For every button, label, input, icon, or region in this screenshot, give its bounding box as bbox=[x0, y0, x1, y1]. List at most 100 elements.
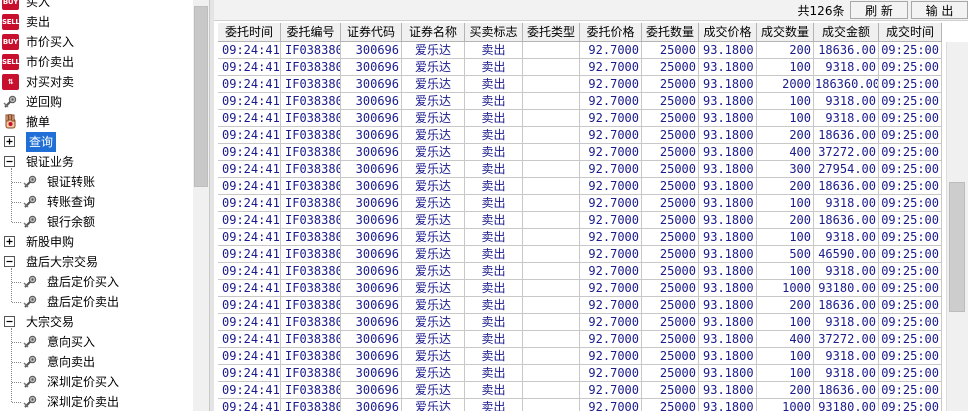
tree-item[interactable]: 逆回购 bbox=[0, 92, 193, 112]
tree-item[interactable]: SELL 卖出 bbox=[0, 12, 193, 32]
table-cell: 93.1800 bbox=[699, 93, 757, 109]
tree-item[interactable]: 深圳定价卖出 bbox=[0, 392, 193, 411]
table-cell: 09:25:00 bbox=[879, 42, 942, 58]
plus-expand-icon[interactable] bbox=[4, 236, 15, 247]
table-row[interactable]: 09:24:41 IF038380 300696 爱乐达 卖出 92.7000 25000 9… bbox=[218, 144, 942, 161]
tree-scrollbar[interactable] bbox=[193, 0, 209, 411]
table-cell: 09:25:00 bbox=[879, 178, 942, 194]
column-header[interactable]: 成交价格 bbox=[699, 23, 757, 42]
tree-item[interactable]: 盘后定价卖出 bbox=[0, 292, 193, 312]
table-cell: 100 bbox=[757, 93, 814, 109]
table-cell: 100 bbox=[757, 348, 814, 364]
column-header[interactable]: 证券名称 bbox=[402, 23, 465, 42]
tree-item[interactable]: 深圳定价买入 bbox=[0, 372, 193, 392]
tree-item[interactable]: 意向卖出 bbox=[0, 352, 193, 372]
column-header[interactable]: 委托编号 bbox=[281, 23, 341, 42]
table-row[interactable]: 09:24:41 IF038380 300696 爱乐达 卖出 92.7000 25000 9… bbox=[218, 280, 942, 297]
column-header[interactable]: 成交金额 bbox=[814, 23, 879, 42]
table-cell: 爱乐达 bbox=[402, 365, 465, 381]
table-cell: 爱乐达 bbox=[402, 280, 465, 296]
tree-item[interactable]: 查询 bbox=[0, 132, 193, 152]
column-header[interactable]: 委托价格 bbox=[580, 23, 642, 42]
table-row[interactable]: 09:24:41 IF038380 300696 爱乐达 卖出 92.7000 25000 9… bbox=[218, 348, 942, 365]
column-header[interactable]: 委托数量 bbox=[642, 23, 699, 42]
tree-item[interactable]: 银行余额 bbox=[0, 212, 193, 232]
table-row[interactable]: 09:24:41 IF038380 300696 爱乐达 卖出 92.7000 25000 9… bbox=[218, 76, 942, 93]
column-header[interactable]: 买卖标志 bbox=[465, 23, 523, 42]
table-cell: 09:24:41 bbox=[218, 297, 281, 313]
table-row[interactable]: 09:24:41 IF038380 300696 爱乐达 卖出 92.7000 25000 9… bbox=[218, 399, 942, 411]
tree-item[interactable]: BUY 市价买入 bbox=[0, 32, 193, 52]
tree-item[interactable]: 盘后大宗交易 bbox=[0, 252, 193, 272]
table-row[interactable]: 09:24:41 IF038380 300696 爱乐达 卖出 92.7000 25000 9… bbox=[218, 178, 942, 195]
tree-item[interactable]: 大宗交易 bbox=[0, 312, 193, 332]
table-row[interactable]: 09:24:41 IF038380 300696 爱乐达 卖出 92.7000 25000 9… bbox=[218, 263, 942, 280]
table-row[interactable]: 09:24:41 IF038380 300696 爱乐达 卖出 92.7000 25000 9… bbox=[218, 42, 942, 59]
table-cell: 25000 bbox=[642, 178, 699, 194]
tree-item[interactable]: 新股申购 bbox=[0, 232, 193, 252]
minus-collapse-icon[interactable] bbox=[4, 316, 15, 327]
table-row[interactable]: 09:24:41 IF038380 300696 爱乐达 卖出 92.7000 25000 9… bbox=[218, 59, 942, 76]
table-row[interactable]: 09:24:41 IF038380 300696 爱乐达 卖出 92.7000 25000 9… bbox=[218, 127, 942, 144]
tree-branch-line bbox=[12, 282, 21, 283]
export-button[interactable]: 输 出 bbox=[911, 1, 968, 19]
tree-item[interactable]: 盘后定价买入 bbox=[0, 272, 193, 292]
grid-scrollbar-thumb[interactable] bbox=[949, 182, 965, 312]
table-cell: 09:25:00 bbox=[879, 144, 942, 160]
table-cell: 卖出 bbox=[465, 399, 523, 411]
tree-item[interactable]: 银证转账 bbox=[0, 172, 193, 192]
column-header[interactable]: 委托时间 bbox=[218, 23, 281, 42]
table-cell: 25000 bbox=[642, 348, 699, 364]
table-cell: 300696 bbox=[341, 280, 402, 296]
tree-scrollbar-thumb[interactable] bbox=[194, 6, 208, 187]
table-row[interactable]: 09:24:41 IF038380 300696 爱乐达 卖出 92.7000 25000 9… bbox=[218, 212, 942, 229]
tree-item[interactable]: 意向买入 bbox=[0, 332, 193, 352]
table-row[interactable]: 09:24:41 IF038380 300696 爱乐达 卖出 92.7000 25000 9… bbox=[218, 382, 942, 399]
column-header[interactable]: 委托类型 bbox=[523, 23, 580, 42]
table-cell: 25000 bbox=[642, 280, 699, 296]
table-cell: 93.1800 bbox=[699, 212, 757, 228]
tree-item[interactable]: 银证业务 bbox=[0, 152, 193, 172]
refresh-button[interactable]: 刷 新 bbox=[850, 1, 908, 19]
table-row[interactable]: 09:24:41 IF038380 300696 爱乐达 卖出 92.7000 25000 9… bbox=[218, 314, 942, 331]
table-row[interactable]: 09:24:41 IF038380 300696 爱乐达 卖出 92.7000 25000 9… bbox=[218, 246, 942, 263]
tree-item[interactable]: 转账查询 bbox=[0, 192, 193, 212]
table-cell bbox=[523, 59, 580, 75]
plus-expand-icon[interactable] bbox=[4, 136, 15, 147]
table-cell: 92.7000 bbox=[580, 280, 642, 296]
table-cell: 300696 bbox=[341, 229, 402, 245]
minus-collapse-icon[interactable] bbox=[4, 156, 15, 167]
table-row[interactable]: 09:24:41 IF038380 300696 爱乐达 卖出 92.7000 25000 9… bbox=[218, 161, 942, 178]
table-cell: IF038380 bbox=[281, 212, 341, 228]
grid-scrollbar[interactable] bbox=[946, 42, 968, 411]
table-row[interactable]: 09:24:41 IF038380 300696 爱乐达 卖出 92.7000 25000 9… bbox=[218, 195, 942, 212]
table-cell: 92.7000 bbox=[580, 161, 642, 177]
table-cell: 46590.00 bbox=[814, 246, 879, 262]
tree-item[interactable]: ⇅ 对买对卖 bbox=[0, 72, 193, 92]
table-cell: 18636.00 bbox=[814, 42, 879, 58]
tree-item[interactable]: SELL 市价卖出 bbox=[0, 52, 193, 72]
gear-hand-icon bbox=[22, 214, 39, 230]
column-header[interactable]: 证券代码 bbox=[341, 23, 402, 42]
table-row[interactable]: 09:24:41 IF038380 300696 爱乐达 卖出 92.7000 25000 9… bbox=[218, 110, 942, 127]
minus-collapse-icon[interactable] bbox=[4, 256, 15, 267]
table-row[interactable]: 09:24:41 IF038380 300696 爱乐达 卖出 92.7000 25000 9… bbox=[218, 365, 942, 382]
tree-item[interactable]: 撤单 bbox=[0, 112, 193, 132]
table-cell: 09:25:00 bbox=[879, 314, 942, 330]
column-header[interactable]: 成交数量 bbox=[757, 23, 814, 42]
table-cell: 25000 bbox=[642, 161, 699, 177]
table-row[interactable]: 09:24:41 IF038380 300696 爱乐达 卖出 92.7000 25000 9… bbox=[218, 229, 942, 246]
table-row[interactable]: 09:24:41 IF038380 300696 爱乐达 卖出 92.7000 25000 9… bbox=[218, 93, 942, 110]
table-cell: 25000 bbox=[642, 110, 699, 126]
table-cell: 爱乐达 bbox=[402, 314, 465, 330]
table-cell: 300696 bbox=[341, 144, 402, 160]
table-cell: 25000 bbox=[642, 212, 699, 228]
tree-item[interactable]: BUY 买入 bbox=[0, 0, 193, 12]
table-cell: 卖出 bbox=[465, 280, 523, 296]
column-header[interactable]: 成交时间 bbox=[879, 23, 942, 42]
tree-item-label: 新股申购 bbox=[26, 235, 75, 249]
table-cell: 卖出 bbox=[465, 195, 523, 211]
table-cell bbox=[523, 314, 580, 330]
table-row[interactable]: 09:24:41 IF038380 300696 爱乐达 卖出 92.7000 25000 9… bbox=[218, 331, 942, 348]
table-row[interactable]: 09:24:41 IF038380 300696 爱乐达 卖出 92.7000 25000 9… bbox=[218, 297, 942, 314]
